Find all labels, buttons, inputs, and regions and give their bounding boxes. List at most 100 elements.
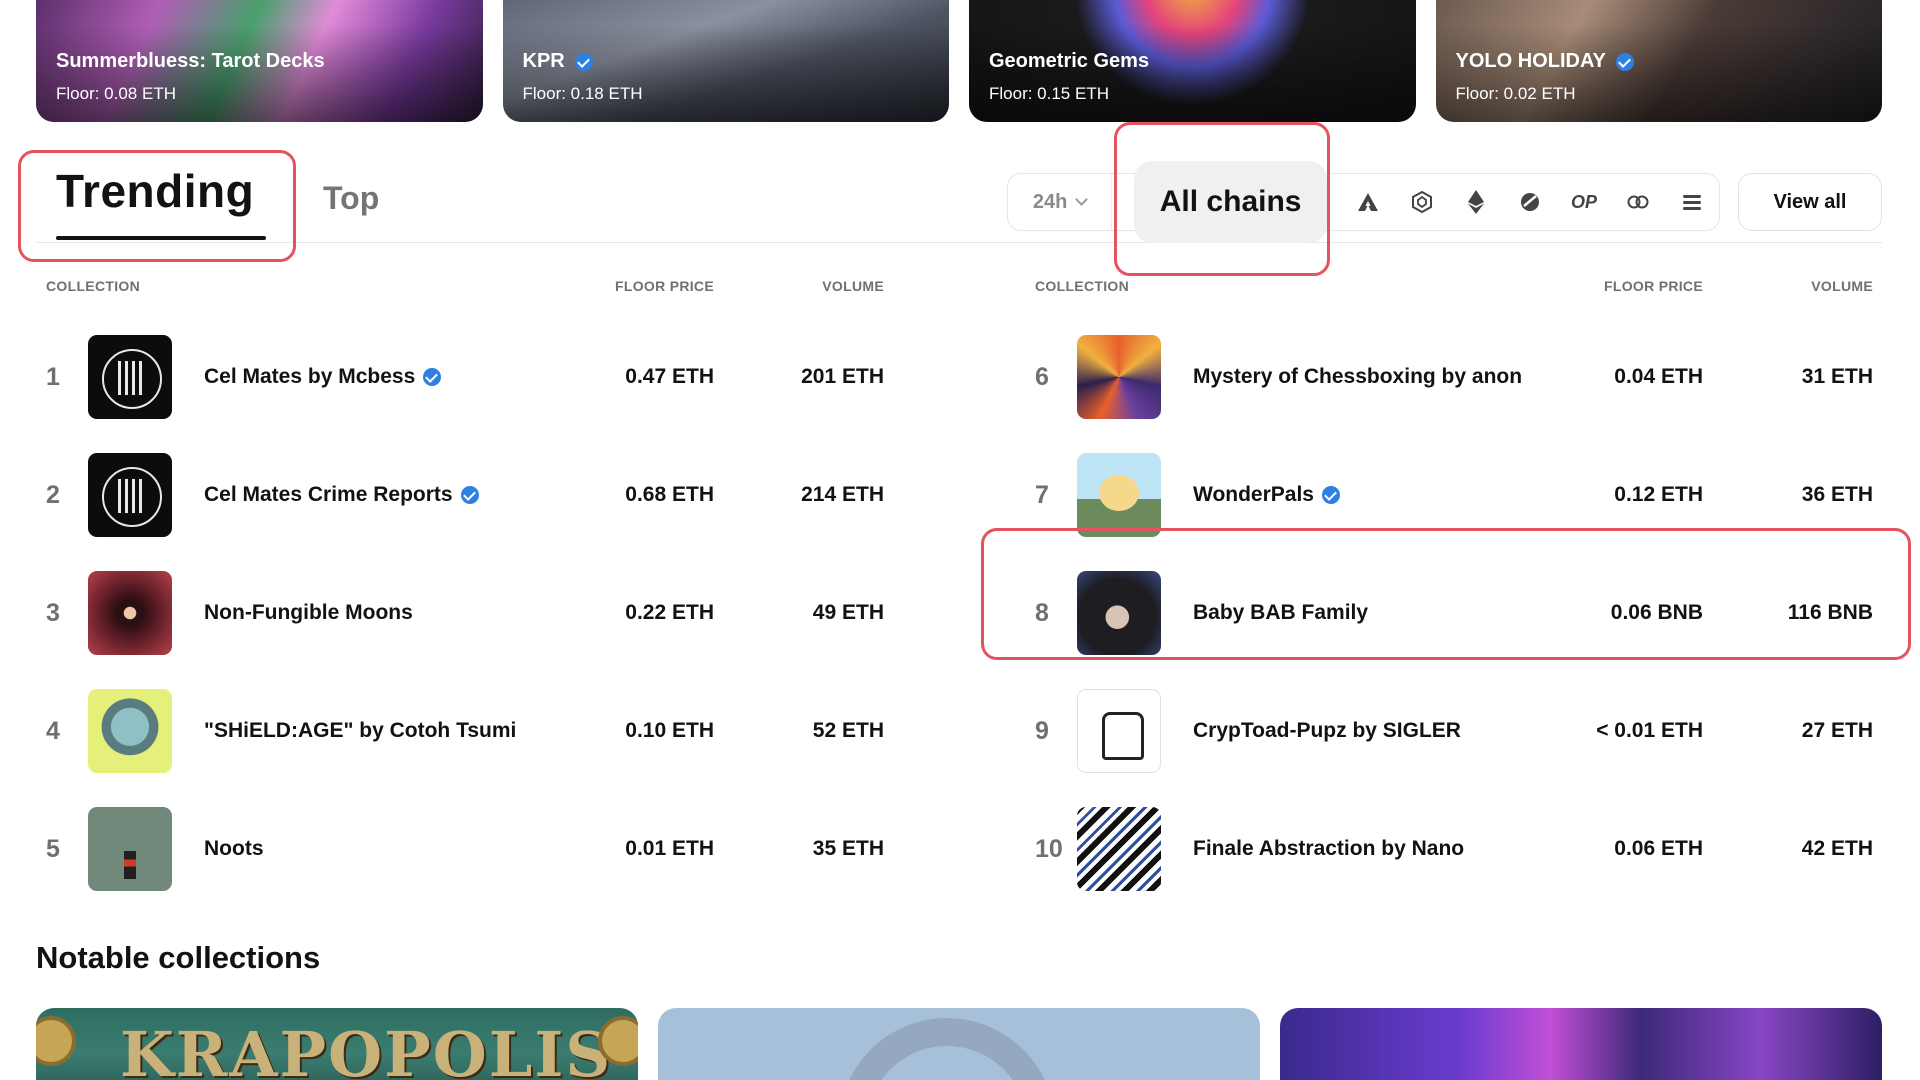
more-chains-icon[interactable] (1665, 175, 1719, 229)
floor-price: 0.22 ETH (625, 601, 714, 624)
row-rank: 1 (46, 362, 60, 391)
collection-thumbnail (1077, 807, 1161, 891)
column-header-volume: VOLUME (822, 278, 884, 294)
period-dropdown[interactable]: 24h (1008, 174, 1113, 230)
tab-trending[interactable]: Trending (56, 164, 254, 218)
row-rank: 4 (46, 716, 60, 745)
collection-thumbnail (1077, 689, 1161, 773)
featured-card-yolo-holiday[interactable]: YOLO HOLIDAY Floor: 0.02 ETH (1435, 0, 1882, 122)
floor-price: 0.06 ETH (1614, 837, 1703, 860)
all-chains-button[interactable]: All chains (1134, 161, 1327, 243)
collection-thumbnail (88, 807, 172, 891)
table-row[interactable]: 3 Non-Fungible Moons 0.22 ETH 49 ETH (46, 554, 884, 672)
floor-price: 0.47 ETH (625, 365, 714, 388)
featured-card-floor: Floor: 0.02 ETH (1455, 84, 1576, 103)
column-header-collection: COLLECTION (46, 278, 140, 294)
featured-card-title: YOLO HOLIDAY (1456, 50, 1634, 73)
verified-badge-icon (1321, 486, 1340, 504)
table-row[interactable]: 7 WonderPals 0.12 ETH 36 ETH (1035, 436, 1873, 554)
featured-card-kpr[interactable]: KPR Floor: 0.18 ETH (502, 0, 949, 122)
optimism-icon[interactable]: OP (1557, 175, 1611, 229)
table-row[interactable]: 8 Baby BAB Family 0.06 BNB 116 BNB (1035, 554, 1873, 672)
notable-collections-row: KRAPOPOLIS (36, 1008, 1882, 1080)
collection-thumbnail (1077, 571, 1161, 655)
row-rank: 7 (1035, 480, 1049, 509)
volume: 201 ETH (801, 365, 884, 388)
table-row[interactable]: 4 "SHiELD:AGE" by Cotoh Tsumi 0.10 ETH 5… (46, 672, 884, 790)
floor-price: 0.06 BNB (1610, 601, 1703, 624)
table-row[interactable]: 2 Cel Mates Crime Reports 0.68 ETH 214 E… (46, 436, 884, 554)
collection-thumbnail (1077, 453, 1161, 537)
floor-price: 0.01 ETH (625, 837, 714, 860)
collection-name: Cel Mates by Mcbess (204, 365, 442, 389)
featured-card-floor: Floor: 0.08 ETH (56, 84, 176, 103)
collection-name: Mystery of Chessboxing by anon (1193, 365, 1523, 388)
tabs-divider (36, 242, 1882, 243)
tab-top[interactable]: Top (323, 180, 379, 217)
verified-badge-icon (460, 486, 479, 504)
krapopolis-logo: KRAPOPOLIS (120, 1018, 613, 1080)
row-rank: 3 (46, 598, 60, 627)
trending-table-right: COLLECTION FLOOR PRICE VOLUME 6 Mystery … (1035, 278, 1873, 891)
volume: 42 ETH (1801, 837, 1873, 860)
volume: 52 ETH (812, 719, 884, 742)
featured-carousel: Summerbluess: Tarot Decks Floor: 0.08 ET… (36, 0, 1882, 122)
row-rank: 10 (1035, 834, 1063, 863)
chain-icon-list: OP (1341, 175, 1719, 229)
verified-badge-icon (423, 368, 442, 386)
featured-card-floor: Floor: 0.18 ETH (522, 84, 643, 103)
column-header-volume: VOLUME (1811, 278, 1873, 294)
floor-price: 0.04 ETH (1614, 365, 1703, 388)
floor-price: 0.12 ETH (1614, 483, 1703, 506)
collection-name: Cel Mates Crime Reports (204, 483, 479, 507)
collection-name: Baby BAB Family (1193, 601, 1369, 624)
notable-card-krapopolis[interactable]: KRAPOPOLIS (36, 1008, 638, 1080)
row-rank: 9 (1035, 716, 1049, 745)
zora-icon[interactable] (1503, 175, 1557, 229)
volume: 49 ETH (812, 601, 884, 624)
featured-card-summerbluess[interactable]: Summerbluess: Tarot Decks Floor: 0.08 ET… (36, 0, 483, 122)
verified-badge-icon (574, 52, 593, 71)
table-row[interactable]: 9 CrypToad-Pupz by SIGLER < 0.01 ETH 27 … (1035, 672, 1873, 790)
collection-name: WonderPals (1193, 483, 1340, 507)
collection-name: Finale Abstraction by Nano (1193, 837, 1465, 860)
featured-card-title: Summerbluess: Tarot Decks (56, 50, 325, 72)
ethereum-icon[interactable] (1449, 175, 1503, 229)
volume: 116 BNB (1787, 601, 1873, 624)
chevron-down-icon (1075, 193, 1089, 206)
coin-decoration (36, 1016, 76, 1066)
volume: 31 ETH (1801, 365, 1873, 388)
table-row[interactable]: 6 Mystery of Chessboxing by anon 0.04 ET… (1035, 318, 1873, 436)
link-icon[interactable] (1611, 175, 1665, 229)
volume: 36 ETH (1801, 483, 1873, 506)
featured-card-geometric-gems[interactable]: Geometric Gems Floor: 0.15 ETH (969, 0, 1416, 122)
view-all-button[interactable]: View all (1738, 173, 1882, 231)
collection-thumbnail (1077, 335, 1161, 419)
collection-name: "SHiELD:AGE" by Cotoh Tsumi (204, 719, 517, 742)
table-row[interactable]: 5 Noots 0.01 ETH 35 ETH (46, 790, 884, 908)
period-label: 24h (1032, 190, 1068, 213)
collection-thumbnail (88, 453, 172, 537)
column-header-floor: FLOOR PRICE (615, 278, 714, 294)
arbitrum-icon[interactable] (1341, 175, 1395, 229)
table-header: COLLECTION FLOOR PRICE VOLUME (46, 278, 884, 298)
row-rank: 2 (46, 480, 60, 509)
volume: 35 ETH (812, 837, 884, 860)
row-rank: 6 (1035, 362, 1049, 391)
notable-card-3[interactable] (1280, 1008, 1882, 1080)
table-row[interactable]: 10 Finale Abstraction by Nano 0.06 ETH 4… (1035, 790, 1873, 908)
collection-name: CrypToad-Pupz by SIGLER (1193, 719, 1461, 742)
collection-name: Non-Fungible Moons (204, 601, 413, 624)
table-header: COLLECTION FLOOR PRICE VOLUME (1035, 278, 1873, 298)
trending-table-left: COLLECTION FLOOR PRICE VOLUME 1 Cel Mate… (46, 278, 884, 891)
verified-badge-icon (1615, 52, 1634, 71)
featured-card-floor: Floor: 0.15 ETH (989, 84, 1109, 103)
collection-thumbnail (88, 571, 172, 655)
floor-price: 0.10 ETH (625, 719, 714, 742)
table-row[interactable]: 1 Cel Mates by Mcbess 0.47 ETH 201 ETH (46, 318, 884, 436)
chain-filter-group: 24h All chains OP (1007, 161, 1720, 243)
notable-card-2[interactable] (658, 1008, 1260, 1080)
collection-name: Noots (204, 837, 264, 860)
floor-price: < 0.01 ETH (1596, 719, 1703, 742)
bnb-icon[interactable] (1395, 175, 1449, 229)
